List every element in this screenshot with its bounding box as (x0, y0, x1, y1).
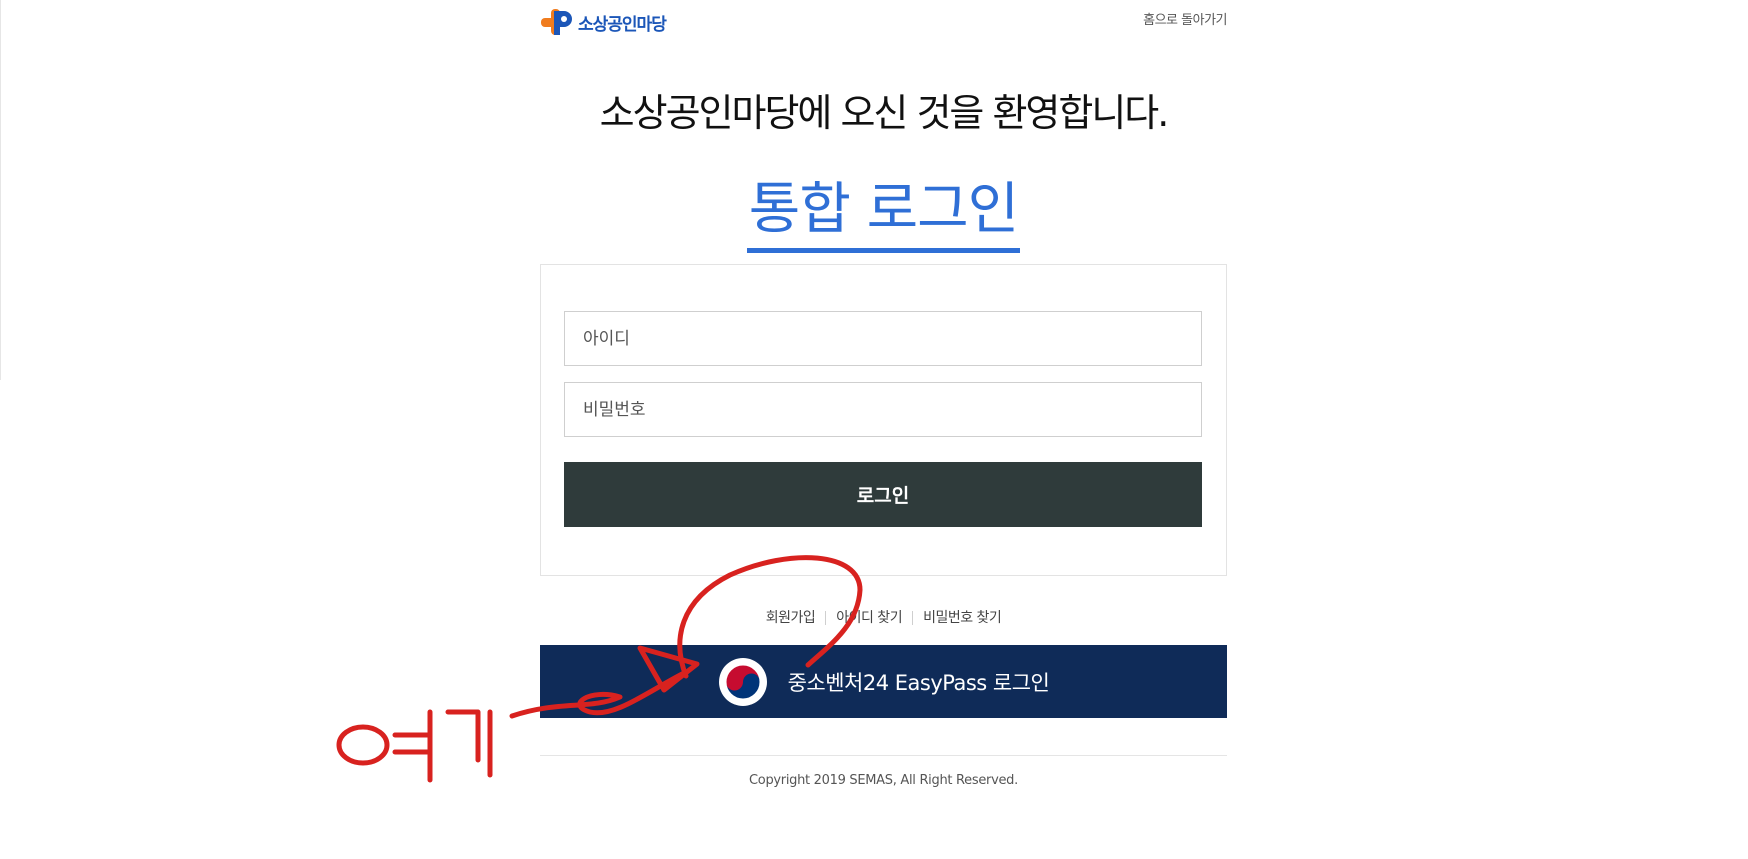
logo-text: 소상공인마당 (578, 14, 667, 35)
account-links: 회원가입 아이디 찾기 비밀번호 찾기 (540, 607, 1227, 627)
site-logo[interactable]: 소상공인마당 (540, 6, 667, 38)
copyright-text: Copyright 2019 SEMAS, All Right Reserved… (749, 773, 1018, 788)
login-title-wrap: 통합 로그인 (540, 178, 1227, 253)
welcome-heading: 소상공인마당에 오신 것을 환영합니다. (599, 91, 1170, 135)
home-link[interactable]: 홈으로 돌아가기 (1143, 9, 1227, 28)
top-bar: 소상공인마당 홈으로 돌아가기 (540, 0, 1227, 44)
link-divider (912, 611, 914, 625)
left-edge-divider (0, 0, 1, 380)
login-button[interactable]: 로그인 (564, 462, 1202, 527)
find-id-link[interactable]: 아이디 찾기 (836, 610, 902, 626)
signup-link[interactable]: 회원가입 (766, 610, 816, 626)
login-container: 소상공인마당 홈으로 돌아가기 소상공인마당에 오신 것을 환영합니다. 통합 … (540, 0, 1227, 788)
login-title: 통합 로그인 (746, 178, 1021, 253)
id-input[interactable] (564, 311, 1202, 366)
login-form: 로그인 (540, 264, 1227, 576)
footer-divider (540, 755, 1227, 756)
password-input[interactable] (564, 382, 1202, 437)
find-password-link[interactable]: 비밀번호 찾기 (923, 610, 1002, 626)
logo-plus-icon (541, 9, 572, 35)
page: 소상공인마당 홈으로 돌아가기 소상공인마당에 오신 것을 환영합니다. 통합 … (0, 0, 1748, 859)
easypass-login-button[interactable]: 중소벤처24 EasyPass 로그인 (540, 645, 1227, 718)
link-divider (825, 611, 827, 625)
taegeuk-icon (718, 657, 767, 706)
easypass-label: 중소벤처24 EasyPass 로그인 (787, 670, 1050, 695)
